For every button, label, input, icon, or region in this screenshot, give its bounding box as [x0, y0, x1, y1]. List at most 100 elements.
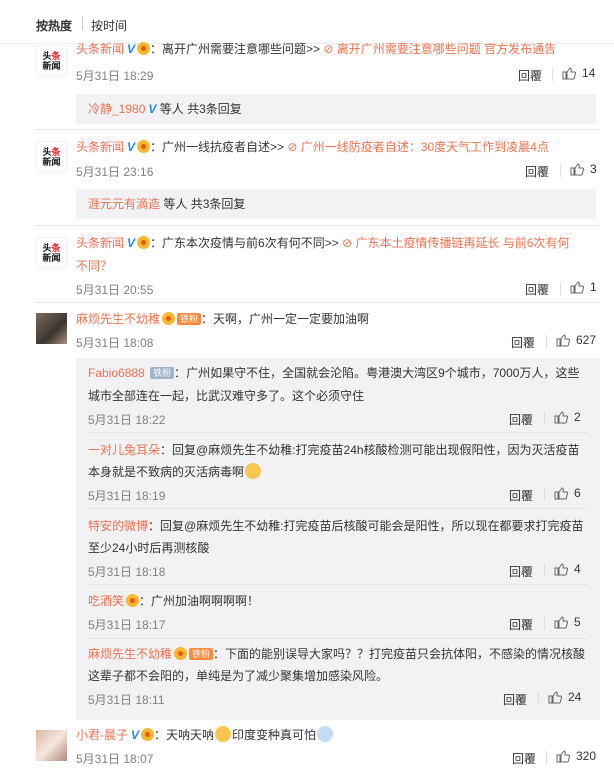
author-name[interactable]: 小君-晨子	[76, 728, 128, 742]
reply-author[interactable]: 一对儿兔耳朵	[88, 443, 160, 457]
reply-author[interactable]: Fabio6888	[88, 366, 145, 380]
timestamp: 5月31日 18:08	[76, 336, 154, 350]
sub-replies-box[interactable]: 冷静_1980 V 等人 共3条回复	[76, 94, 596, 124]
thumb-up-icon	[554, 562, 568, 575]
divider	[36, 302, 600, 303]
like-count: 627	[576, 333, 597, 347]
article-link-cont[interactable]: 不同？	[76, 259, 112, 273]
fan-badge: 铁粉	[177, 313, 202, 325]
like-button[interactable]: 2	[554, 410, 581, 424]
reply-button[interactable]: 回覆	[509, 411, 533, 428]
reply-author[interactable]: 吃酒笑	[88, 594, 124, 608]
reply-author[interactable]: 麻烦先生不幼稚	[88, 647, 172, 661]
reply-text-cont: 本身就是不致病的灭活病毒啊	[88, 461, 586, 483]
sort-by-hot[interactable]: 按热度	[36, 17, 72, 34]
like-button[interactable]: 1	[570, 280, 597, 294]
like-button[interactable]: 5	[554, 615, 581, 629]
like-button[interactable]: 627	[556, 333, 596, 347]
link-icon: ⊘	[287, 140, 301, 154]
reply-text: 麻烦先生不幼稚 铁粉 ：下面的能别误导大家吗？？打完疫苗只会抗体阳，不感染的情况核酸	[88, 647, 586, 661]
thumb-up-icon	[570, 280, 584, 293]
sub-reply-user[interactable]: 冷静_1980	[88, 102, 145, 116]
divider	[546, 751, 547, 764]
thumb-up-icon	[556, 333, 570, 346]
author-name[interactable]: 麻烦先生不幼稚	[76, 312, 160, 326]
reply-text: 一对儿兔耳朵：回复@麻烦先生不幼稚:打完疫苗24h核酸检测可能出现假阳性，因为灭…	[88, 443, 580, 457]
medal-icon	[137, 140, 151, 153]
link-icon: ⊘	[323, 42, 337, 56]
like-button[interactable]: 320	[556, 749, 596, 763]
reply-author[interactable]: 特安的微博	[88, 519, 148, 533]
divider	[88, 508, 588, 509]
author-name[interactable]: 头条新闻	[76, 236, 124, 250]
avatar[interactable]	[36, 313, 67, 344]
reply-button[interactable]: 回覆	[511, 334, 535, 351]
comment-text: 小君-晨子 V ：天呐天呐 印度变种真可怕	[76, 724, 594, 746]
reply-button[interactable]: 回覆	[512, 750, 536, 767]
divider	[36, 225, 600, 226]
timestamp: 5月31日 18:18	[88, 565, 166, 579]
comment-text: 麻烦先生不幼稚 铁粉 ：天啊，广州一定一定要加油啊	[76, 312, 370, 326]
thumb-up-icon	[554, 486, 568, 499]
like-button[interactable]: 4	[554, 562, 581, 576]
like-button[interactable]: 6	[554, 486, 581, 500]
sort-by-time[interactable]: 按时间	[91, 17, 127, 34]
divider	[88, 584, 588, 585]
divider	[36, 129, 600, 130]
author-name[interactable]: 头条新闻	[76, 42, 124, 56]
sub-reply-summary[interactable]: 等人 共3条回复	[163, 197, 245, 211]
author-name[interactable]: 头条新闻	[76, 140, 124, 154]
thumb-up-icon	[570, 162, 584, 175]
article-link[interactable]: 离开广州需要注意哪些问题 官方发布通告	[337, 42, 556, 56]
article-link[interactable]: 广东本土疫情传播链再延长 与前6次有何	[355, 236, 569, 250]
timestamp: 5月31日 18:29	[76, 69, 154, 83]
timestamp: 5月31日 20:55	[76, 283, 154, 297]
thumb-up-icon	[562, 66, 576, 79]
divider	[544, 488, 545, 501]
like-count: 3	[590, 162, 597, 176]
timestamp: 5月31日 18:19	[88, 489, 166, 503]
verified-icon: V	[131, 728, 140, 742]
reply-button[interactable]: 回覆	[525, 281, 549, 298]
like-count: 320	[576, 749, 597, 763]
reply-button[interactable]: 回覆	[518, 67, 542, 84]
like-count: 6	[574, 486, 581, 500]
verified-icon: V	[127, 140, 136, 154]
like-count: 14	[582, 66, 596, 80]
like-button[interactable]: 24	[548, 690, 581, 704]
reply-text: 吃酒笑 ：广州加油啊啊啊啊！	[88, 594, 260, 608]
comment-text-cont: 不同？	[76, 255, 594, 277]
article-link[interactable]: 广州一线防疫者自述：30度天气工作到凌晨4点	[301, 140, 549, 154]
reply-button[interactable]: 回覆	[525, 163, 549, 180]
reply-button[interactable]: 回覆	[503, 691, 527, 708]
medal-icon	[137, 42, 151, 55]
emoji-icon	[245, 463, 262, 479]
thumb-up-icon	[554, 615, 568, 628]
comment-text: 头条新闻 V ：广东本次疫情与前6次有何不同>> ⊘ 广东本土疫情传播链再延长 与前…	[76, 232, 594, 254]
like-button[interactable]: 14	[562, 66, 595, 80]
timestamp: 5月31日 18:11	[88, 693, 165, 707]
avatar[interactable]	[36, 730, 67, 761]
fan-badge: 铁粉	[189, 648, 214, 660]
reply-button[interactable]: 回覆	[509, 616, 533, 633]
sub-replies-box[interactable]: 涯元元有滴造 等人 共3条回复	[76, 189, 596, 219]
divider	[544, 617, 545, 630]
timestamp: 5月31日 18:07	[76, 752, 154, 766]
reply-text-cont: 至少24小时后再测核酸	[88, 541, 210, 555]
reply-text: 特安的微博：回复@麻烦先生不幼稚:打完疫苗后核酸可能会是阳性，所以现在都要求打完…	[88, 519, 584, 533]
medal-icon	[174, 647, 188, 660]
sub-reply-summary[interactable]: 等人 共3条回复	[160, 102, 242, 116]
like-count: 1	[590, 280, 597, 294]
emoji-icon	[215, 726, 232, 742]
reply-button[interactable]: 回覆	[509, 563, 533, 580]
divider	[560, 282, 561, 295]
medal-icon	[162, 312, 176, 325]
avatar[interactable]: 头条 新闻	[36, 237, 67, 268]
sub-reply-user[interactable]: 涯元元有滴造	[88, 197, 160, 211]
comment-text: 头条新闻 V ：离开广州需要注意哪些问题>> ⊘ 离开广州需要注意哪些问题 官方发布…	[76, 38, 594, 60]
timestamp: 5月31日 18:17	[88, 618, 166, 632]
avatar[interactable]: 头条 新闻	[36, 45, 67, 76]
reply-button[interactable]: 回覆	[509, 487, 533, 504]
like-button[interactable]: 3	[570, 162, 597, 176]
avatar[interactable]: 头条 新闻	[36, 141, 67, 172]
